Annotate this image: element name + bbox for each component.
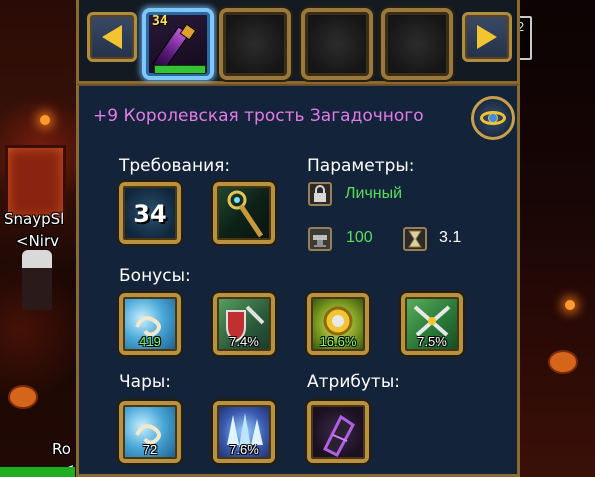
item-slot-empty[interactable]: [381, 8, 453, 80]
speed-value: 3.1: [439, 229, 462, 246]
key-staff-icon: [227, 190, 264, 238]
enchant-value: 7.6%: [229, 442, 259, 457]
bonus-wind-swirl-icon[interactable]: 419: [119, 293, 181, 355]
next-item-button[interactable]: [462, 12, 512, 62]
item-level-badge: 34: [152, 14, 168, 29]
item-slot-progress-bar: [154, 65, 206, 74]
required-level-value: 34: [133, 200, 167, 228]
durability-value: 100: [346, 229, 373, 246]
bonuses-label: Бонусы:: [119, 266, 191, 286]
enchant-ice-crystals-icon[interactable]: 7.6%: [213, 401, 275, 463]
item-slot-selected[interactable]: 34: [142, 8, 214, 80]
binding-status: Личный: [345, 185, 403, 202]
player-name-tag-2[interactable]: Ro: [52, 440, 71, 458]
bonus-value: 7.5%: [417, 334, 447, 349]
eye-icon: [480, 111, 506, 125]
bonus-shield-sword-icon[interactable]: 7.4%: [213, 293, 275, 355]
bonus-value: 16.6%: [319, 334, 357, 349]
anvil-icon: [308, 227, 332, 251]
bonus-value: 419: [139, 334, 161, 349]
required-level-icon[interactable]: 34: [119, 182, 181, 244]
bonus-value: 7.4%: [229, 334, 259, 349]
previous-item-button[interactable]: [87, 12, 137, 62]
parameters-label: Параметры:: [307, 156, 415, 176]
player-character: [22, 250, 52, 310]
player-name-tag[interactable]: SnaypSl: [4, 210, 64, 228]
lantern-icon: [565, 300, 575, 310]
health-bar: [0, 467, 75, 477]
enchants-label: Чары:: [119, 372, 172, 392]
arrow-right-icon: [477, 25, 497, 49]
pumpkin-icon: [548, 350, 578, 374]
enchant-value: 72: [142, 442, 158, 457]
requirements-label: Требования:: [119, 156, 231, 176]
inspect-button[interactable]: [471, 96, 515, 140]
item-details-panel: +9 Королевская трость Загадочного Требов…: [76, 84, 520, 477]
item-selector-bar: 34: [76, 0, 520, 84]
item-slot-empty[interactable]: [219, 8, 291, 80]
attribute-dark-gauntlet-icon[interactable]: [307, 401, 369, 463]
item-title: +9 Королевская трость Загадочного: [93, 106, 424, 126]
scene-right-area: [515, 0, 595, 477]
class-staff-icon[interactable]: [213, 182, 275, 244]
player-guild-tag: <Nirv: [16, 232, 60, 250]
item-slot-empty[interactable]: [301, 8, 373, 80]
hourglass-icon: [403, 227, 427, 251]
bonus-crossed-swords-icon[interactable]: 7.5%: [401, 293, 463, 355]
pumpkin-icon: [8, 385, 38, 409]
arrow-left-icon: [102, 25, 122, 49]
lantern-icon: [40, 115, 50, 125]
attributes-label: Атрибуты:: [307, 372, 400, 392]
enchant-wind-swirl-icon[interactable]: 72: [119, 401, 181, 463]
lock-icon: [308, 182, 332, 206]
bonus-gold-coin-icon[interactable]: 16.6%: [307, 293, 369, 355]
